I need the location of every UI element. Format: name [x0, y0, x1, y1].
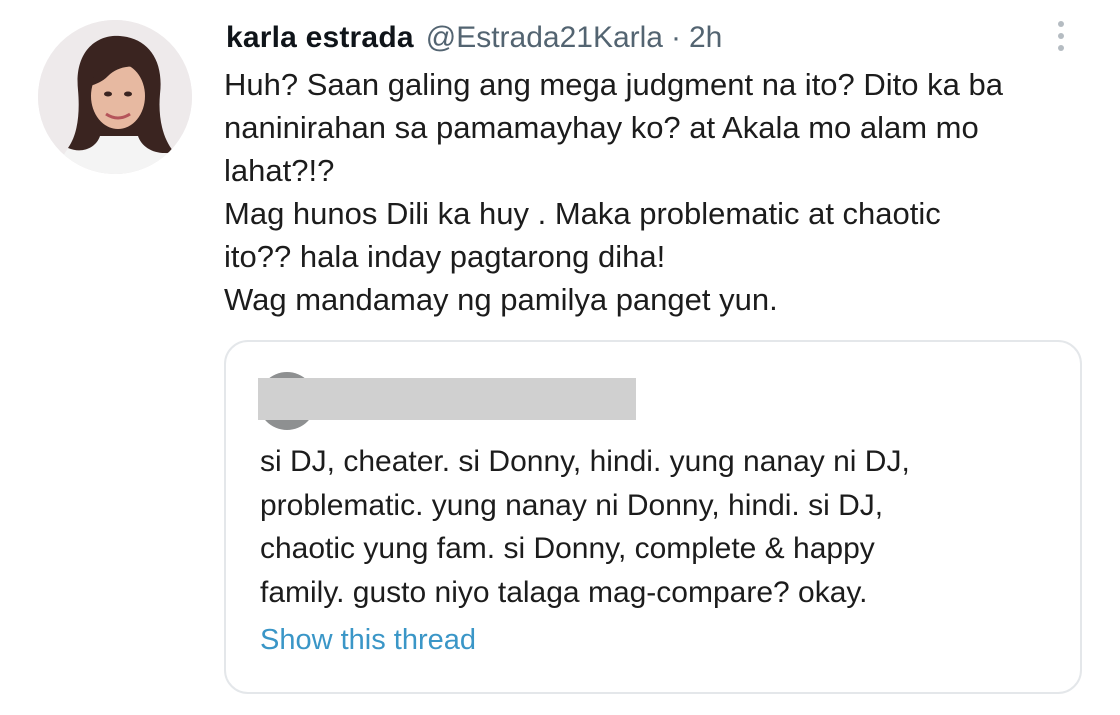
- header-separator: ·: [670, 21, 681, 54]
- author-display-name[interactable]: karla estrada: [226, 21, 414, 55]
- tweet[interactable]: karla estrada @Estrada21Karla · 2h Huh? …: [0, 0, 1120, 715]
- quoted-text-line: problematic. yung nanay ni Donny, hindi.…: [260, 488, 884, 522]
- quoted-tweet-text: si DJ, cheater. si Donny, hindi. yung na…: [260, 440, 1060, 614]
- show-thread-link[interactable]: Show this thread: [260, 624, 476, 657]
- author-avatar[interactable]: [38, 20, 192, 174]
- tweet-header: karla estrada @Estrada21Karla · 2h: [226, 16, 722, 60]
- tweet-timestamp[interactable]: 2h: [689, 21, 722, 55]
- tweet-text-line: naninirahan sa pamamayhay ko? at Akala m…: [224, 110, 979, 145]
- redacted-author-info: [258, 378, 636, 420]
- tweet-text-line: ito?? hala inday pagtarong diha!: [224, 239, 666, 274]
- quoted-text-line: family. gusto niyo talaga mag-compare? o…: [260, 575, 868, 609]
- tweet-text: Huh? Saan galing ang mega judgment na it…: [224, 63, 1094, 321]
- more-dot: [1058, 45, 1064, 51]
- quoted-text-line: chaotic yung fam. si Donny, complete & h…: [260, 532, 875, 565]
- tweet-text-line: Wag mandamay ng pamilya panget yun.: [224, 282, 778, 317]
- author-handle[interactable]: @Estrada21Karla: [426, 21, 663, 55]
- more-vertical-icon[interactable]: [1046, 16, 1076, 56]
- tweet-text-line: Huh? Saan galing ang mega judgment na it…: [224, 67, 1003, 102]
- quoted-text-line: si DJ, cheater. si Donny, hindi. yung na…: [260, 445, 910, 478]
- avatar-photo: [38, 20, 192, 174]
- more-dot: [1058, 33, 1064, 39]
- tweet-text-line: lahat?!?: [224, 153, 335, 188]
- more-dot: [1058, 21, 1064, 27]
- quoted-tweet-card[interactable]: si DJ, cheater. si Donny, hindi. yung na…: [224, 340, 1082, 694]
- tweet-text-line: Mag hunos Dili ka huy . Maka problematic…: [224, 196, 941, 231]
